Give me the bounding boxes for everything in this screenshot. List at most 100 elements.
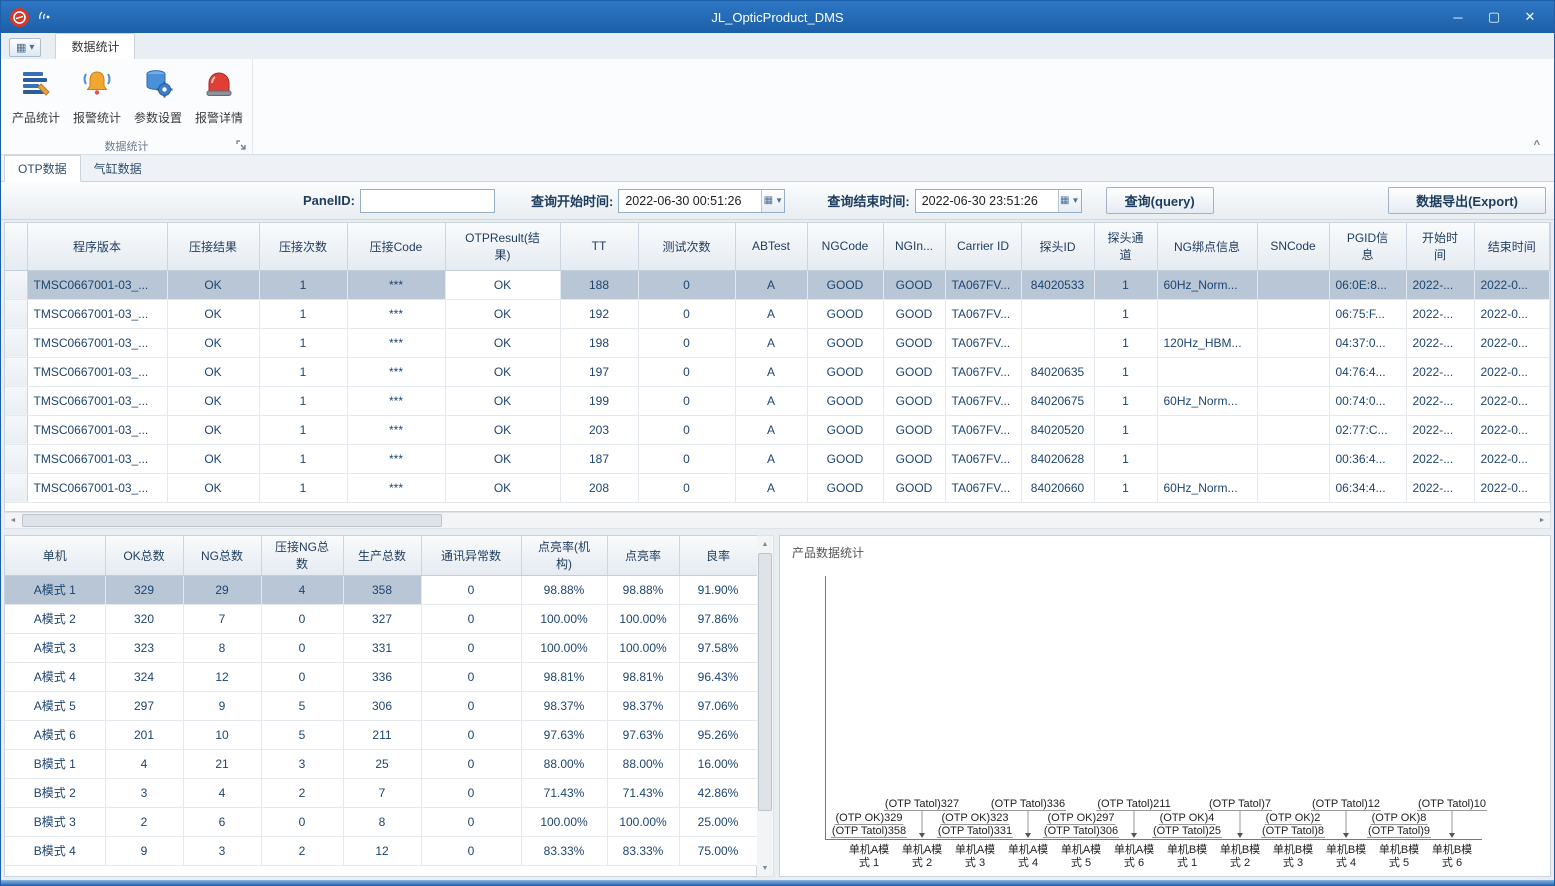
cell[interactable]: 8 — [183, 633, 261, 662]
cell[interactable] — [1257, 473, 1329, 502]
cell[interactable]: 98.81% — [521, 662, 607, 691]
cell[interactable]: 0 — [421, 807, 521, 836]
cell[interactable]: TMSC0667001-03_... — [27, 357, 167, 386]
cell[interactable]: 0 — [638, 473, 735, 502]
cell[interactable]: B模式 1 — [5, 749, 105, 778]
cell[interactable] — [1157, 357, 1257, 386]
cell[interactable]: 327 — [343, 604, 421, 633]
alarm-detail-button[interactable]: 报警详情 — [190, 62, 248, 136]
cell[interactable]: 0 — [638, 444, 735, 473]
cell[interactable]: 0 — [638, 299, 735, 328]
cell[interactable]: GOOD — [807, 473, 883, 502]
vertical-scrollbar[interactable]: ▲ ▼ — [757, 535, 774, 877]
cell[interactable]: 00:36:4... — [1329, 444, 1406, 473]
cell[interactable]: TA067FV... — [945, 386, 1021, 415]
start-time-value[interactable]: 2022-06-30 00:51:26 — [619, 194, 761, 208]
cell[interactable]: 3 — [183, 836, 261, 865]
tab-cylinder-data[interactable]: 气缸数据 — [81, 156, 155, 181]
cell[interactable]: 1 — [1094, 270, 1157, 299]
cell[interactable] — [1257, 357, 1329, 386]
cell[interactable]: TMSC0667001-03_... — [27, 328, 167, 357]
cell[interactable]: 0 — [261, 633, 343, 662]
cell[interactable] — [1257, 444, 1329, 473]
cell[interactable]: 2022-... — [1406, 328, 1474, 357]
cell[interactable]: GOOD — [807, 386, 883, 415]
table-row[interactable]: B模式 23427071.43%71.43%42.86% — [5, 778, 757, 807]
cell[interactable]: 208 — [560, 473, 638, 502]
cell[interactable]: OK — [167, 415, 259, 444]
cell[interactable]: A模式 5 — [5, 691, 105, 720]
cell[interactable]: 0 — [421, 604, 521, 633]
column-header[interactable]: NG绑点信息 — [1157, 223, 1257, 270]
cell[interactable]: 9 — [183, 691, 261, 720]
table-row[interactable]: TMSC0667001-03_...OK1***OK2080AGOODGOODT… — [5, 473, 1550, 502]
cell[interactable] — [1157, 299, 1257, 328]
cell[interactable]: 0 — [638, 270, 735, 299]
cell[interactable]: TMSC0667001-03_... — [27, 270, 167, 299]
cell[interactable]: 0 — [421, 749, 521, 778]
cell[interactable]: 97.86% — [679, 604, 757, 633]
cell[interactable]: 188 — [560, 270, 638, 299]
table-row[interactable]: A模式 6201105211097.63%97.63%95.26% — [5, 720, 757, 749]
column-header[interactable]: NGCode — [807, 223, 883, 270]
cell[interactable]: 2022-... — [1406, 473, 1474, 502]
cell[interactable]: 98.88% — [521, 575, 607, 604]
cell[interactable]: TMSC0667001-03_... — [27, 444, 167, 473]
column-header[interactable]: Carrier ID — [945, 223, 1021, 270]
cell[interactable]: 2022-0... — [1474, 270, 1550, 299]
cell[interactable]: 2022-... — [1406, 415, 1474, 444]
cell[interactable]: 2022-... — [1406, 270, 1474, 299]
dialog-launcher-icon[interactable] — [235, 139, 248, 152]
column-header[interactable]: 生产总数 — [343, 536, 421, 575]
cell[interactable]: 4 — [183, 778, 261, 807]
cell[interactable]: 0 — [421, 778, 521, 807]
cell[interactable]: GOOD — [883, 444, 945, 473]
cell[interactable]: 1 — [1094, 415, 1157, 444]
cell[interactable] — [1021, 299, 1094, 328]
cell[interactable]: 84020520 — [1021, 415, 1094, 444]
cell[interactable]: 98.88% — [607, 575, 679, 604]
cell[interactable]: 1 — [1094, 299, 1157, 328]
cell[interactable]: OK — [445, 415, 560, 444]
cell[interactable]: 10 — [183, 720, 261, 749]
cell[interactable]: 0 — [421, 662, 521, 691]
scroll-up-arrow[interactable]: ▲ — [757, 536, 773, 552]
cell[interactable]: GOOD — [883, 386, 945, 415]
cell[interactable]: GOOD — [807, 328, 883, 357]
table-row[interactable]: B模式 493212083.33%83.33%75.00% — [5, 836, 757, 865]
cell[interactable]: 329 — [105, 575, 183, 604]
column-header[interactable]: 压接Code — [347, 223, 445, 270]
cell[interactable]: GOOD — [883, 473, 945, 502]
cell[interactable]: OK — [445, 328, 560, 357]
cell[interactable]: 5 — [261, 691, 343, 720]
cell[interactable]: OK — [167, 328, 259, 357]
cell[interactable]: 84020533 — [1021, 270, 1094, 299]
column-header[interactable]: 结束时间 — [1474, 223, 1550, 270]
cell[interactable]: TA067FV... — [945, 328, 1021, 357]
cell[interactable]: 6 — [183, 807, 261, 836]
table-row[interactable]: A模式 2320703270100.00%100.00%97.86% — [5, 604, 757, 633]
cell[interactable]: 120Hz_HBM... — [1157, 328, 1257, 357]
cell[interactable]: 04:76:4... — [1329, 357, 1406, 386]
column-header[interactable]: OTPResult(结 果) — [445, 223, 560, 270]
table-row[interactable]: A模式 4324120336098.81%98.81%96.43% — [5, 662, 757, 691]
cell[interactable]: A模式 2 — [5, 604, 105, 633]
cell[interactable] — [1157, 444, 1257, 473]
cell[interactable]: 100.00% — [607, 633, 679, 662]
cell[interactable] — [1257, 299, 1329, 328]
cell[interactable]: 60Hz_Norm... — [1157, 473, 1257, 502]
cell[interactable]: 0 — [421, 836, 521, 865]
cell[interactable]: 06:0E:8... — [1329, 270, 1406, 299]
cell[interactable] — [1257, 386, 1329, 415]
cell[interactable]: 7 — [183, 604, 261, 633]
tab-otp-data[interactable]: OTP数据 — [4, 155, 81, 182]
table-row[interactable]: TMSC0667001-03_...OK1***OK1920AGOODGOODT… — [5, 299, 1550, 328]
cell[interactable]: 98.81% — [607, 662, 679, 691]
minimize-button[interactable]: ─ — [1440, 1, 1476, 33]
cell[interactable]: 60Hz_Norm... — [1157, 270, 1257, 299]
cell[interactable] — [1157, 415, 1257, 444]
product-stats-button[interactable]: 产品统计 — [7, 62, 65, 136]
cell[interactable]: A模式 1 — [5, 575, 105, 604]
export-button[interactable]: 数据导出(Export) — [1388, 187, 1546, 214]
param-settings-button[interactable]: 参数设置 — [129, 62, 187, 136]
